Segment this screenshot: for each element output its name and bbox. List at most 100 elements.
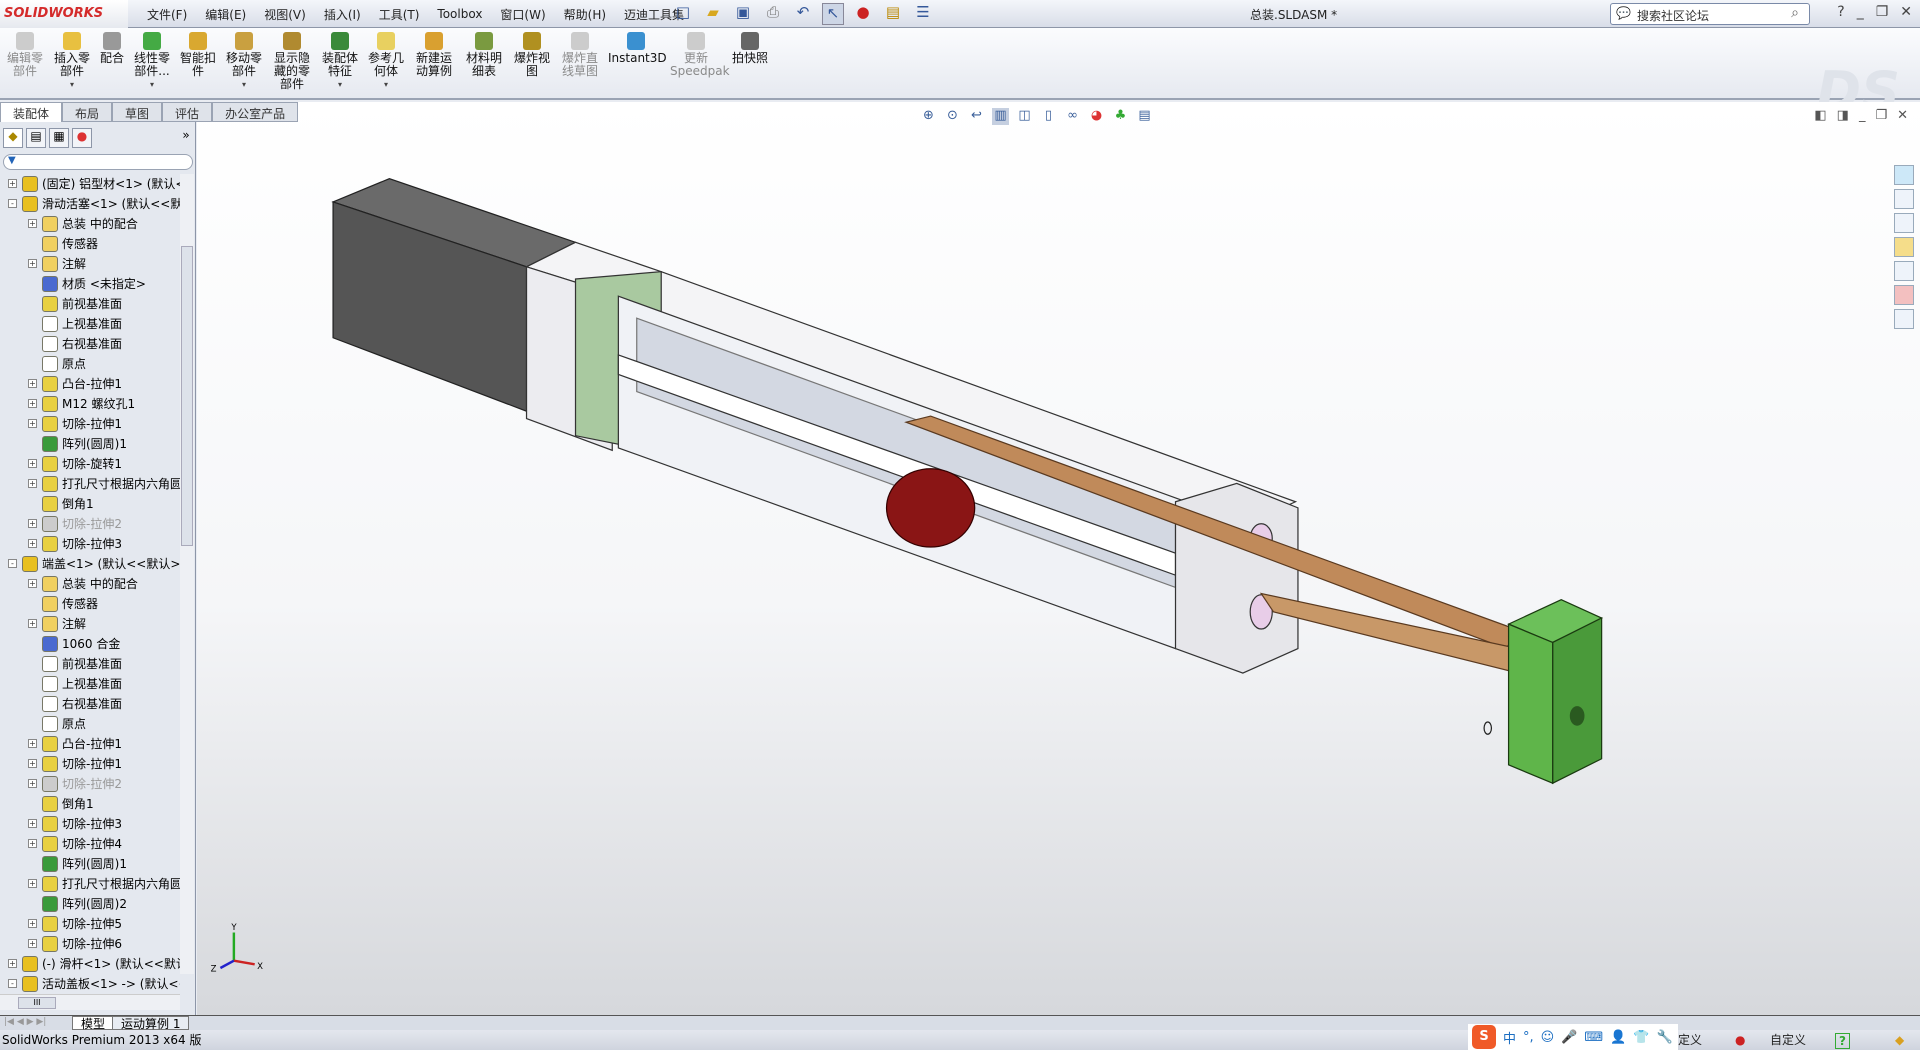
tree-item[interactable]: 上视基准面 <box>0 314 180 334</box>
expand-icon[interactable]: + <box>28 539 37 548</box>
view-palette-icon[interactable] <box>1894 261 1914 281</box>
show-hidden-components-button[interactable]: 显示隐藏的零部件 <box>272 32 312 91</box>
emoji-icon[interactable]: ☺ <box>1541 1030 1555 1045</box>
minimize-icon[interactable]: _ <box>1857 4 1864 20</box>
options-icon[interactable]: ☰ <box>912 3 934 25</box>
chevron-down-icon[interactable]: ▾ <box>52 78 92 91</box>
user-icon[interactable]: 👤 <box>1610 1030 1626 1045</box>
configuration-manager-tab-icon[interactable]: ▦ <box>49 128 69 148</box>
expand-icon[interactable]: + <box>28 379 37 388</box>
tree-item[interactable]: + 切除-拉伸1 <box>0 414 180 434</box>
undo-icon[interactable]: ↶ <box>792 3 814 25</box>
search-input[interactable]: 💬 搜索社区论坛 ⌕ <box>1610 3 1810 25</box>
tree-item[interactable]: + 注解 <box>0 614 180 634</box>
tree-item[interactable]: 阵列(圆周)1 <box>0 434 180 454</box>
help-icon[interactable]: ? <box>1837 4 1844 20</box>
tab-layout[interactable]: 布局 <box>62 102 113 122</box>
tree-item[interactable]: 前视基准面 <box>0 294 180 314</box>
mate-button[interactable]: 配合 <box>98 32 126 65</box>
take-snapshot-button[interactable]: 拍快照 <box>730 32 770 65</box>
tree-item[interactable]: + 凸台-拉伸1 <box>0 374 180 394</box>
restore-doc-icon[interactable]: ❐ <box>1875 108 1887 123</box>
section-view-icon[interactable]: ▥ <box>992 108 1009 125</box>
expand-icon[interactable]: + <box>28 219 37 228</box>
tree-item[interactable]: + 凸台-拉伸1 <box>0 734 180 754</box>
expand-icon[interactable]: + <box>28 459 37 468</box>
view-orientation-icon[interactable]: ◫ <box>1016 108 1033 125</box>
tree-item[interactable]: 上视基准面 <box>0 674 180 694</box>
tile-right-icon[interactable]: ◨ <box>1837 108 1849 123</box>
rebuild-icon[interactable]: ● <box>852 3 874 25</box>
move-component-button[interactable]: 移动零部件 ▾ <box>224 32 264 91</box>
tag-icon[interactable]: ◆ <box>1895 1030 1904 1050</box>
tree-item[interactable]: + (-) 滑杆<1> (默认<<默认 <box>0 954 180 974</box>
apply-scene-icon[interactable]: ♣ <box>1112 108 1129 125</box>
tree-item[interactable]: + 总装 中的配合 <box>0 574 180 594</box>
expand-icon[interactable]: + <box>28 759 37 768</box>
instant3d-button[interactable]: Instant3D <box>608 32 667 65</box>
menu-window[interactable]: 窗口(W) <box>491 6 554 23</box>
bill-of-materials-button[interactable]: 材料明细表 <box>464 32 504 78</box>
collapse-icon[interactable]: - <box>8 199 17 208</box>
tree-item[interactable]: 传感器 <box>0 594 180 614</box>
keyboard-icon[interactable]: ⌨ <box>1584 1030 1603 1045</box>
tree-item[interactable]: 传感器 <box>0 234 180 254</box>
tree-item[interactable]: + 切除-拉伸1 <box>0 754 180 774</box>
minimize-doc-icon[interactable]: _ <box>1859 108 1866 123</box>
expand-icon[interactable]: + <box>28 579 37 588</box>
menu-view[interactable]: 视图(V) <box>255 6 315 23</box>
tree-item[interactable]: 阵列(圆周)1 <box>0 854 180 874</box>
microphone-icon[interactable]: 🎤 <box>1561 1030 1577 1045</box>
sogou-logo[interactable]: S <box>1472 1025 1496 1049</box>
tree-item[interactable]: - 端盖<1> (默认<<默认>_ <box>0 554 180 574</box>
tree-horizontal-scrollbar[interactable]: III <box>0 994 180 1010</box>
reference-geometry-button[interactable]: 参考几何体 ▾ <box>366 32 406 91</box>
tree-item[interactable]: 右视基准面 <box>0 334 180 354</box>
previous-view-icon[interactable]: ↩ <box>968 108 985 125</box>
design-library-icon[interactable] <box>1894 189 1914 209</box>
scroll-thumb[interactable]: III <box>18 997 56 1009</box>
tab-scroll-arrows[interactable]: |◀ ◀ ▶ ▶| <box>4 1017 46 1027</box>
tree-item[interactable]: + 切除-拉伸3 <box>0 814 180 834</box>
chevron-down-icon[interactable]: ▾ <box>224 78 264 91</box>
help-question-icon[interactable]: ? <box>1835 1033 1850 1049</box>
tree-item[interactable]: + 切除-拉伸2 <box>0 774 180 794</box>
tab-assembly[interactable]: 装配体 <box>0 102 63 122</box>
file-properties-icon[interactable]: ▤ <box>882 3 904 25</box>
search-icon[interactable]: ⌕ <box>1791 5 1799 21</box>
tab-sketch[interactable]: 草图 <box>112 102 163 122</box>
chevron-down-icon[interactable]: ▾ <box>132 78 172 91</box>
view-settings-icon[interactable]: ▤ <box>1136 108 1153 125</box>
custom-properties-icon[interactable] <box>1894 309 1914 329</box>
expand-icon[interactable]: + <box>28 259 37 268</box>
explode-line-sketch-button[interactable]: 爆炸直线草图 <box>560 32 600 78</box>
edit-appearance-icon[interactable]: ◕ <box>1088 108 1105 125</box>
menu-toolbox[interactable]: Toolbox <box>428 7 491 21</box>
tree-item[interactable]: + 切除-拉伸3 <box>0 534 180 554</box>
restore-icon[interactable]: ❐ <box>1876 4 1889 20</box>
expand-icon[interactable]: + <box>8 179 17 188</box>
tree-item[interactable]: + 总装 中的配合 <box>0 214 180 234</box>
expand-icon[interactable]: + <box>28 619 37 628</box>
tree-item[interactable]: 材质 <未指定> <box>0 274 180 294</box>
new-document-icon[interactable]: □ <box>672 3 694 25</box>
tree-item[interactable]: 1060 合金 <box>0 634 180 654</box>
close-doc-icon[interactable]: ✕ <box>1897 108 1908 123</box>
tree-item[interactable]: + (固定) 铝型材<1> (默认< <box>0 174 180 194</box>
expand-icon[interactable]: + <box>28 779 37 788</box>
feature-manager-tab-icon[interactable]: ◆ <box>3 128 23 148</box>
tree-item[interactable]: 原点 <box>0 714 180 734</box>
expand-icon[interactable]: + <box>28 919 37 928</box>
tree-item[interactable]: + 切除-拉伸4 <box>0 834 180 854</box>
tree-item[interactable]: - 滑动活塞<1> (默认<<默 <box>0 194 180 214</box>
chevron-down-icon[interactable]: ▾ <box>366 78 406 91</box>
tab-motion-study-1[interactable]: 运动算例 1 <box>112 1016 190 1031</box>
expand-panel-icon[interactable]: » <box>176 128 196 148</box>
menu-help[interactable]: 帮助(H) <box>555 6 615 23</box>
status-custom-units[interactable]: 自定义 <box>1770 1030 1806 1050</box>
tree-filter-input[interactable]: ▼ <box>3 154 193 170</box>
expand-icon[interactable]: + <box>28 879 37 888</box>
tree-item[interactable]: 倒角1 <box>0 494 180 514</box>
tree-item[interactable]: + 切除-旋转1 <box>0 454 180 474</box>
tree-item[interactable]: 原点 <box>0 354 180 374</box>
